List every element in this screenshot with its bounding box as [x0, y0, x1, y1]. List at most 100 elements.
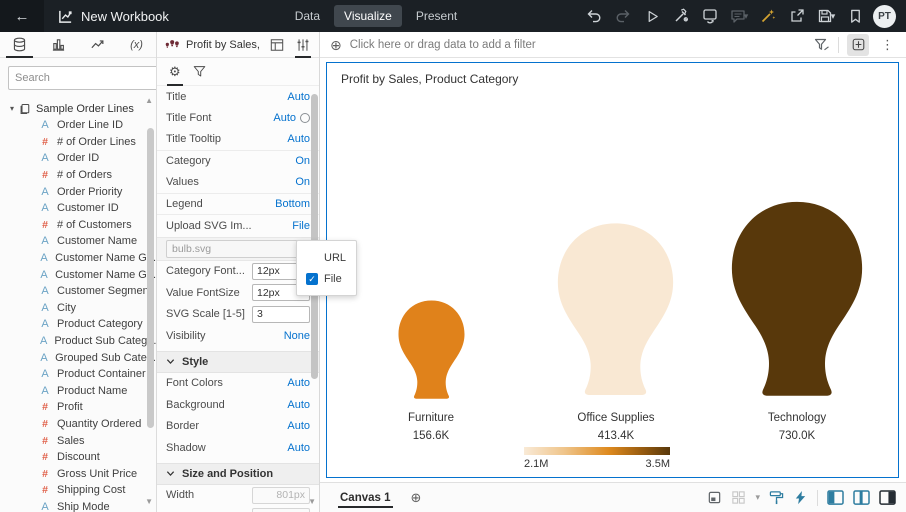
prop-value-link[interactable]: On — [295, 155, 310, 167]
section-size-position[interactable]: Size and Position — [157, 463, 319, 485]
field-row[interactable]: ACustomer Segment — [0, 283, 156, 300]
export-icon[interactable] — [786, 5, 808, 27]
tools-icon[interactable] — [670, 5, 692, 27]
scroll-down-icon[interactable]: ▼ — [308, 497, 316, 506]
field-row[interactable]: AOrder Line ID — [0, 117, 156, 134]
tab-present[interactable]: Present — [406, 5, 467, 27]
dataset-node[interactable]: ▾ Sample Order Lines — [0, 100, 156, 117]
lightning-bolt-icon[interactable] — [793, 490, 808, 505]
field-row[interactable]: ## of Orders — [0, 167, 156, 184]
auto-insights-wand-icon[interactable] — [757, 5, 779, 27]
bulb-visualization[interactable]: Profit by Sales, Product Category Furnit… — [326, 62, 899, 478]
tab-visualizations[interactable] — [39, 32, 78, 58]
duplicate-canvas-icon[interactable] — [707, 490, 722, 505]
canvas-tab[interactable]: Canvas 1 — [338, 485, 393, 511]
grammar-panel-icon[interactable] — [267, 32, 287, 58]
field-row[interactable]: #Profit — [0, 399, 156, 416]
field-row[interactable]: AOrder Priority — [0, 183, 156, 200]
svg-scale-input[interactable] — [252, 306, 310, 323]
field-row[interactable]: AGrouped Sub Cate... — [0, 349, 156, 366]
field-row[interactable]: ACustomer Name — [0, 233, 156, 250]
tab-visualize[interactable]: Visualize — [334, 5, 402, 27]
field-row[interactable]: ## of Order Lines — [0, 134, 156, 151]
chevron-down-icon[interactable]: ▾ — [755, 492, 760, 503]
sidebar-scrollbar[interactable] — [147, 94, 154, 498]
canvas-layout-button[interactable] — [847, 34, 869, 56]
preview-play-icon[interactable] — [641, 5, 663, 27]
prop-value-link[interactable]: File — [292, 220, 310, 232]
menu-item-file[interactable]: ✓ File — [297, 268, 356, 289]
field-row[interactable]: #Quantity Ordered — [0, 416, 156, 433]
toggle-center-panel-icon[interactable] — [853, 490, 870, 505]
settings-panel-icon[interactable] — [293, 32, 313, 58]
prop-value-link[interactable]: On — [295, 176, 310, 188]
menu-item-url[interactable]: URL — [297, 247, 356, 268]
field-row[interactable]: AProduct Name — [0, 383, 156, 400]
tab-data[interactable]: Data — [285, 5, 330, 27]
width-input[interactable] — [252, 487, 310, 504]
field-row[interactable]: ACity — [0, 300, 156, 317]
prop-value-link[interactable]: Auto — [287, 442, 310, 454]
prop-value-link[interactable]: None — [284, 330, 310, 342]
prop-value-link[interactable]: Auto — [287, 399, 310, 411]
chevron-down-icon[interactable]: ▾ — [831, 11, 836, 22]
filter-hint[interactable]: Click here or drag data to add a filter — [350, 39, 536, 51]
search-input[interactable] — [8, 66, 157, 90]
bulb-technology[interactable] — [723, 200, 871, 405]
field-row[interactable]: AProduct Sub Categ... — [0, 333, 156, 350]
prop-value-link[interactable]: Bottom — [275, 198, 310, 210]
prop-value-link[interactable]: Auto — [287, 91, 310, 103]
field-row[interactable]: ACustomer Name G... — [0, 250, 156, 267]
field-row[interactable]: ACustomer Name G... — [0, 266, 156, 283]
grid-view-icon[interactable] — [731, 490, 746, 505]
field-row[interactable]: #Discount — [0, 449, 156, 466]
field-row[interactable]: ACustomer ID — [0, 200, 156, 217]
canvas[interactable]: Profit by Sales, Product Category Furnit… — [320, 58, 906, 482]
field-row[interactable]: AProduct Container — [0, 366, 156, 383]
toggle-right-panel-icon[interactable] — [879, 490, 896, 505]
paint-roller-icon[interactable] — [769, 490, 784, 505]
section-style[interactable]: Style — [157, 351, 319, 373]
prop-value-link[interactable]: Auto — [287, 377, 310, 389]
filter-options-icon[interactable] — [814, 37, 830, 53]
undo-icon[interactable] — [583, 5, 605, 27]
prop-value-link[interactable]: Auto — [287, 420, 310, 432]
bookmark-icon[interactable] — [844, 5, 866, 27]
chevron-down-icon[interactable]: ▾ — [744, 11, 749, 22]
prop-row-visibility: VisibilityNone — [157, 325, 319, 347]
scroll-down-icon[interactable]: ▼ — [145, 497, 153, 506]
field-row[interactable]: AOrder ID — [0, 150, 156, 167]
toggle-left-panel-icon[interactable] — [827, 490, 844, 505]
filter-properties-tab[interactable] — [193, 58, 206, 86]
add-canvas-icon[interactable]: ⊕ — [411, 490, 422, 506]
tree-caret-icon[interactable]: ▾ — [10, 104, 14, 113]
tab-analytics[interactable] — [78, 32, 117, 58]
bulb-office-supplies[interactable] — [550, 220, 681, 405]
refresh-data-icon[interactable] — [699, 5, 721, 27]
redo-icon[interactable] — [612, 5, 634, 27]
field-row[interactable]: ## of Customers — [0, 217, 156, 234]
color-legend: 2.1M 3.5M — [524, 447, 670, 470]
comments-icon[interactable]: ▾ — [728, 5, 750, 27]
filter-bar[interactable]: ⊕ Click here or drag data to add a filte… — [320, 32, 906, 58]
avatar[interactable]: PT — [873, 5, 896, 28]
svg-file-input[interactable] — [166, 240, 310, 258]
height-input[interactable] — [252, 508, 310, 512]
back-arrow-icon[interactable]: ← — [0, 0, 44, 32]
field-row[interactable]: #Shipping Cost — [0, 482, 156, 499]
field-row[interactable]: #Gross Unit Price — [0, 465, 156, 482]
prop-value-link[interactable]: Auto — [273, 112, 310, 124]
properties-scrollbar-thumb[interactable] — [311, 94, 318, 379]
prop-value-link[interactable]: Auto — [287, 133, 310, 145]
field-row[interactable]: AProduct Category — [0, 316, 156, 333]
general-properties-tab[interactable]: ⚙ — [169, 58, 181, 86]
tab-calculations[interactable]: (x) — [117, 32, 156, 58]
scrollbar-thumb[interactable] — [147, 128, 154, 428]
add-filter-icon[interactable]: ⊕ — [330, 38, 342, 52]
kebab-menu-icon[interactable]: ⋮ — [877, 37, 898, 53]
save-icon[interactable]: ▾ — [815, 5, 837, 27]
field-row[interactable]: #Sales — [0, 432, 156, 449]
tab-data-elements[interactable] — [0, 32, 39, 58]
bulb-furniture[interactable] — [394, 298, 469, 405]
field-row[interactable]: AShip Mode — [0, 499, 156, 512]
